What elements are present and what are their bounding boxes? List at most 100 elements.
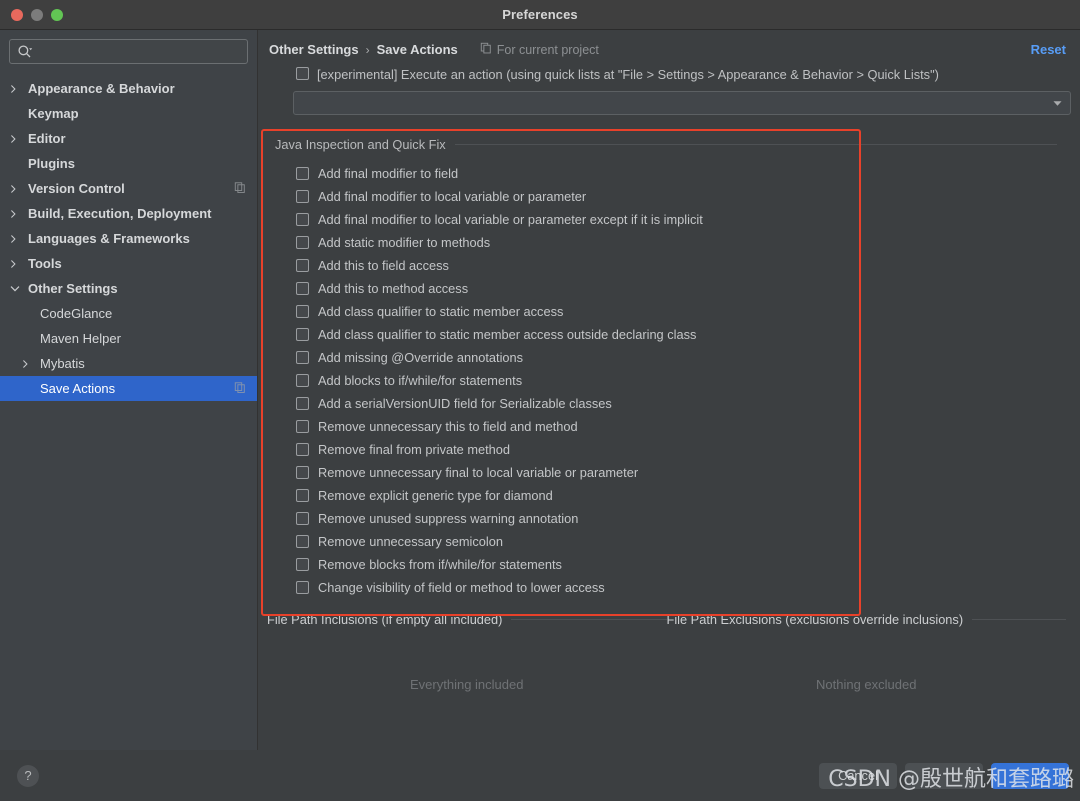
reset-link[interactable]: Reset	[1031, 42, 1066, 57]
inclusions-empty-text: Everything included	[410, 677, 524, 692]
search-input[interactable]	[33, 44, 247, 59]
checkbox[interactable]	[296, 305, 309, 318]
inspection-checkbox-row[interactable]: Remove blocks from if/while/for statemen…	[296, 553, 1071, 576]
cancel-button[interactable]: Cancel	[819, 762, 897, 789]
inspection-checkbox-row[interactable]: Add class qualifier to static member acc…	[296, 300, 1071, 323]
exclusions-empty-text: Nothing excluded	[816, 677, 917, 692]
inclusions-body[interactable]: Everything included	[267, 631, 667, 750]
checkbox[interactable]	[296, 443, 309, 456]
exclusions-header: File Path Exclusions (exclusions overrid…	[667, 612, 1066, 627]
chevron-right-icon[interactable]	[10, 234, 28, 244]
inspection-checkbox-row[interactable]: Add this to method access	[296, 277, 1071, 300]
chevron-down-icon	[1053, 94, 1062, 112]
checkbox[interactable]	[296, 558, 309, 571]
sidebar-item-plugins[interactable]: Plugins	[0, 151, 257, 176]
sidebar-item-label: Keymap	[28, 106, 79, 121]
footer-buttons: Cancel	[819, 762, 1069, 789]
sidebar-item-languages-frameworks[interactable]: Languages & Frameworks	[0, 226, 257, 251]
sidebar-item-other-settings[interactable]: Other Settings	[0, 276, 257, 301]
chevron-right-icon[interactable]	[10, 259, 28, 269]
chevron-right-icon[interactable]	[10, 134, 28, 144]
inspection-checkbox-label: Add class qualifier to static member acc…	[318, 304, 564, 319]
for-current-project: For current project	[480, 42, 599, 57]
sidebar-item-label: Maven Helper	[40, 331, 121, 346]
sidebar-item-version-control[interactable]: Version Control	[0, 176, 257, 201]
sidebar-item-tools[interactable]: Tools	[0, 251, 257, 276]
sidebar-item-label: Languages & Frameworks	[28, 231, 190, 246]
sidebar-item-save-actions[interactable]: Save Actions	[0, 376, 257, 401]
inspection-checkbox-label: Remove blocks from if/while/for statemen…	[318, 557, 562, 572]
inspection-checkbox-row[interactable]: Remove unnecessary final to local variab…	[296, 461, 1071, 484]
group-title: Java Inspection and Quick Fix	[275, 137, 446, 152]
experimental-checkbox[interactable]	[296, 67, 309, 80]
chevron-down-icon[interactable]	[10, 285, 28, 293]
checkbox[interactable]	[296, 213, 309, 226]
checkbox[interactable]	[296, 259, 309, 272]
inspection-checkbox-row[interactable]: Remove unnecessary semicolon	[296, 530, 1071, 553]
sidebar-item-appearance-behavior[interactable]: Appearance & Behavior	[0, 76, 257, 101]
inspection-checkbox-row[interactable]: Add this to field access	[296, 254, 1071, 277]
inspection-checkbox-label: Remove unused suppress warning annotatio…	[318, 511, 579, 526]
inspection-checkbox-label: Add final modifier to field	[318, 166, 459, 181]
inspection-checkbox-row[interactable]: Add a serialVersionUID field for Seriali…	[296, 392, 1071, 415]
checkbox[interactable]	[296, 535, 309, 548]
checkbox[interactable]	[296, 397, 309, 410]
inspection-checkbox-row[interactable]: Add final modifier to field	[296, 162, 1071, 185]
checkbox[interactable]	[296, 282, 309, 295]
checkbox[interactable]	[296, 581, 309, 594]
inspection-checkbox-row[interactable]: Remove final from private method	[296, 438, 1071, 461]
inspection-checkbox-label: Remove unnecessary semicolon	[318, 534, 503, 549]
checkbox[interactable]	[296, 328, 309, 341]
footer-button-1[interactable]	[905, 762, 983, 789]
quick-list-combobox[interactable]	[293, 91, 1071, 115]
search-icon	[17, 44, 33, 60]
inspection-checkbox-label: Add static modifier to methods	[318, 235, 491, 250]
search-box[interactable]	[9, 39, 248, 64]
java-inspection-group-area: Java Inspection and Quick Fix Add final …	[258, 129, 1080, 616]
copy-icon	[480, 42, 492, 57]
inspection-checkbox-row[interactable]: Remove unnecessary this to field and met…	[296, 415, 1071, 438]
inspection-checkbox-row[interactable]: Add missing @Override annotations	[296, 346, 1071, 369]
exclusions-body[interactable]: Nothing excluded	[667, 631, 1067, 750]
sidebar-item-label: Editor	[28, 131, 66, 146]
help-button[interactable]: ?	[17, 764, 39, 787]
sidebar-item-label: CodeGlance	[40, 306, 113, 321]
sidebar-item-editor[interactable]: Editor	[0, 126, 257, 151]
sidebar-item-codeglance[interactable]: CodeGlance	[0, 301, 257, 326]
checkbox[interactable]	[296, 351, 309, 364]
chevron-right-icon[interactable]	[22, 359, 40, 369]
checkbox[interactable]	[296, 190, 309, 203]
checkbox[interactable]	[296, 466, 309, 479]
checkbox[interactable]	[296, 374, 309, 387]
checkbox[interactable]	[296, 236, 309, 249]
sidebar-item-build-execution-deployment[interactable]: Build, Execution, Deployment	[0, 201, 257, 226]
inspection-checkbox-row[interactable]: Add class qualifier to static member acc…	[296, 323, 1071, 346]
checkbox[interactable]	[296, 512, 309, 525]
chevron-right-icon[interactable]	[10, 209, 28, 219]
inspection-checkbox-row[interactable]: Remove explicit generic type for diamond	[296, 484, 1071, 507]
inspection-checkbox-row[interactable]: Add blocks to if/while/for statements	[296, 369, 1071, 392]
dialog-footer: ? Cancel	[0, 750, 1080, 801]
chevron-right-icon[interactable]	[10, 84, 28, 94]
sidebar-item-label: Plugins	[28, 156, 75, 171]
sidebar-item-keymap[interactable]: Keymap	[0, 101, 257, 126]
sidebar-item-maven-helper[interactable]: Maven Helper	[0, 326, 257, 351]
inspection-checkbox-row[interactable]: Add static modifier to methods	[296, 231, 1071, 254]
inspection-checkbox-row[interactable]: Add final modifier to local variable or …	[296, 208, 1071, 231]
settings-tree: Appearance & Behavior Keymap Editor Plugins…	[0, 76, 257, 750]
checkbox[interactable]	[296, 489, 309, 502]
group-divider	[454, 144, 1057, 145]
window-titlebar: Preferences	[0, 0, 1080, 30]
breadcrumb-parent[interactable]: Other Settings	[269, 42, 359, 57]
sidebar-item-label: Mybatis	[40, 356, 85, 371]
sidebar-item-mybatis[interactable]: Mybatis	[0, 351, 257, 376]
breadcrumb: Other Settings › Save Actions For curren…	[258, 30, 1080, 57]
checkbox[interactable]	[296, 420, 309, 433]
footer-button-2[interactable]	[991, 762, 1069, 789]
inspection-checkbox-row[interactable]: Add final modifier to local variable or …	[296, 185, 1071, 208]
experimental-row: [experimental] Execute an action (using …	[258, 57, 1080, 83]
inspection-checkbox-row[interactable]: Change visibility of field or method to …	[296, 576, 1071, 599]
inspection-checkbox-row[interactable]: Remove unused suppress warning annotatio…	[296, 507, 1071, 530]
checkbox[interactable]	[296, 167, 309, 180]
chevron-right-icon[interactable]	[10, 184, 28, 194]
